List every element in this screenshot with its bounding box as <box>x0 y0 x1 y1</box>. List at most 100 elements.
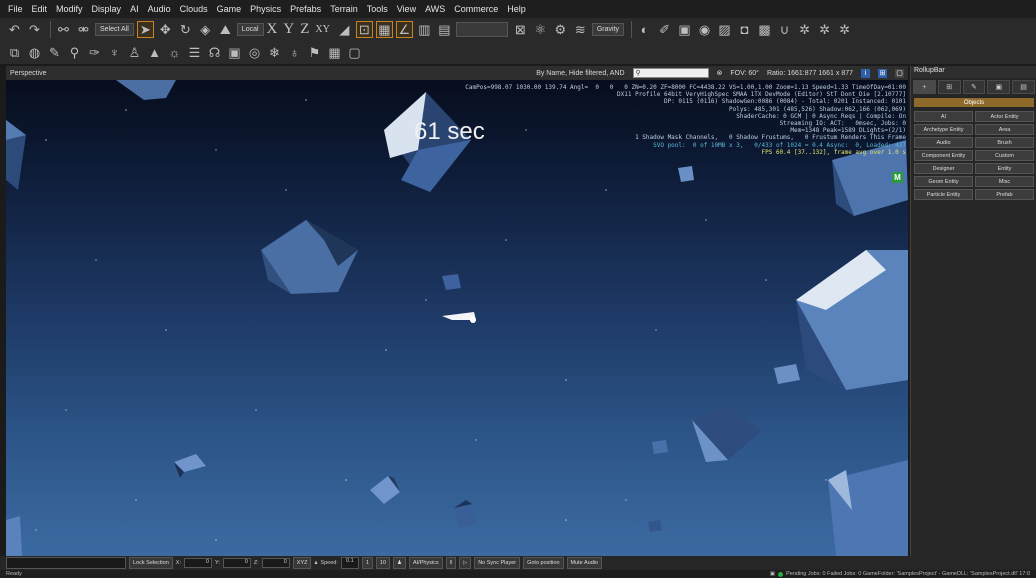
cube-icon[interactable]: ⧉ <box>6 44 23 61</box>
menu-physics[interactable]: Physics <box>250 4 281 14</box>
perspective-viewport[interactable]: 61 sec CamPos=998.07 1030.00 139.74 Angl… <box>6 80 908 556</box>
y-position-field[interactable]: 0 <box>222 558 251 568</box>
step-icon[interactable]: ▷ <box>458 557 472 569</box>
area-button[interactable]: Area <box>975 124 1034 135</box>
mute-audio-button[interactable]: Mute Audio <box>566 557 603 569</box>
snap-terrain-icon[interactable]: ⛰ <box>217 21 234 38</box>
bulb-icon[interactable]: ♁ <box>286 44 303 61</box>
menu-terrain[interactable]: Terrain <box>330 4 358 14</box>
terrain-icon[interactable]: ▲ <box>146 44 163 61</box>
lock-icon[interactable]: 🔒︎ <box>314 560 317 567</box>
viewport-snap-icon[interactable]: ⊞ <box>878 68 887 78</box>
no-sync-player-button[interactable]: No Sync Player <box>474 557 521 569</box>
axis-z-button[interactable]: Z <box>300 21 309 38</box>
delete-selection-icon[interactable]: ⊠ <box>512 21 529 38</box>
select-tool-icon[interactable]: ➤ <box>136 21 154 38</box>
xyz-toggle[interactable]: XYZ <box>292 557 312 569</box>
speed-10-button[interactable]: 10 <box>375 557 391 569</box>
ruler-icon[interactable]: ▥ <box>416 21 433 38</box>
select-all-button[interactable]: Select All <box>95 23 134 36</box>
axis-xy-button[interactable]: XY <box>315 24 329 35</box>
image-icon[interactable]: ▣ <box>676 21 693 38</box>
brush-icon[interactable]: ✎ <box>46 44 63 61</box>
viewport-info-icon[interactable]: i <box>861 68 870 78</box>
menu-tools[interactable]: Tools <box>367 4 388 14</box>
angle-snap-icon[interactable]: ∠ <box>395 21 413 38</box>
tab-modelling[interactable]: ✎ <box>962 80 986 94</box>
gravity-button[interactable]: Gravity <box>591 23 625 36</box>
brush-button[interactable]: Brush <box>975 137 1034 148</box>
vegetation-icon[interactable]: ♆ <box>106 44 123 61</box>
menu-ai[interactable]: AI <box>130 4 139 14</box>
window-icon[interactable]: ▢ <box>346 44 363 61</box>
list-icon[interactable]: ☰ <box>186 44 203 61</box>
pen-icon[interactable]: ✑ <box>86 44 103 61</box>
rotate-tool-icon[interactable]: ↻ <box>177 21 194 38</box>
magnifier-icon[interactable]: ⚲ <box>66 44 83 61</box>
menu-commerce[interactable]: Commerce <box>454 4 498 14</box>
tab-layers[interactable]: ▤ <box>1012 80 1035 94</box>
viewport-maximize-icon[interactable]: ▢ <box>895 68 904 78</box>
speed-1-button[interactable]: 1 <box>361 557 373 569</box>
menu-display[interactable]: Display <box>92 4 122 14</box>
settings-b-icon[interactable]: ✲ <box>816 21 833 38</box>
headphones-icon[interactable]: ☊ <box>206 44 223 61</box>
terrain-snap-icon[interactable]: ◢ <box>336 21 353 38</box>
sphere-icon[interactable]: ◍ <box>26 44 43 61</box>
link-icon[interactable]: ⚯ <box>55 21 72 38</box>
archetype-entity-button[interactable]: Archetype Entity <box>914 124 973 135</box>
menu-clouds[interactable]: Clouds <box>180 4 208 14</box>
component-entity-button[interactable]: Component Entity <box>914 150 973 161</box>
light-icon[interactable]: ☼ <box>166 44 183 61</box>
menu-modify[interactable]: Modify <box>56 4 83 14</box>
z-position-field[interactable]: 0 <box>261 558 290 568</box>
grid-icon[interactable]: ▦ <box>375 21 393 38</box>
ai-physics-button[interactable]: AI/Physics <box>408 557 443 569</box>
tab-display[interactable]: ▣ <box>987 80 1011 94</box>
paint-icon[interactable]: ✐ <box>656 21 673 38</box>
menu-audio[interactable]: Audio <box>148 4 171 14</box>
axis-y-button[interactable]: Y <box>283 21 294 38</box>
viewport-search-input[interactable]: ⚲ <box>632 68 709 78</box>
gravity-icon[interactable]: ≋ <box>572 21 589 38</box>
pause-icon[interactable]: ‖ <box>445 557 456 569</box>
move-tool-icon[interactable]: ✥ <box>157 21 174 38</box>
undo-icon[interactable]: ↶ <box>6 21 23 38</box>
goto-position-button[interactable]: Goto position <box>523 557 564 569</box>
geom-entity-button[interactable]: Geom Entity <box>914 176 973 187</box>
layers-icon[interactable]: ▤ <box>436 21 453 38</box>
entity-button[interactable]: Entity <box>975 163 1034 174</box>
tab-objects[interactable]: + <box>913 80 936 94</box>
tab-terrain[interactable]: ⊞ <box>937 80 961 94</box>
table-icon[interactable]: ▦ <box>326 44 343 61</box>
particle-entity-button[interactable]: Particle Entity <box>914 189 973 200</box>
selection-name-field[interactable] <box>6 557 126 569</box>
weather-icon[interactable]: ❄ <box>266 44 283 61</box>
chart-icon[interactable]: ▨ <box>716 21 733 38</box>
material-icon[interactable]: ◐ <box>636 21 653 38</box>
misc-button[interactable]: Misc <box>975 176 1034 187</box>
unlink-icon[interactable]: ⚮ <box>75 21 92 38</box>
custom-button[interactable]: Custom <box>975 150 1034 161</box>
audio-button[interactable]: Audio <box>914 137 973 148</box>
x-position-field[interactable]: 0 <box>183 558 212 568</box>
menu-edit[interactable]: Edit <box>32 4 48 14</box>
player-icon[interactable]: ♟ <box>393 557 406 569</box>
ai-button[interactable]: AI <box>914 111 973 122</box>
menu-view[interactable]: View <box>397 4 416 14</box>
redo-icon[interactable]: ↷ <box>26 21 43 38</box>
prefab-button[interactable]: Prefab <box>975 189 1034 200</box>
coord-system-select[interactable]: Local <box>236 23 264 36</box>
settings-c-icon[interactable]: ✲ <box>836 21 853 38</box>
speed-field[interactable]: 0.1 <box>340 557 359 569</box>
snap-to-grid-icon[interactable]: ⊡ <box>355 21 373 38</box>
scale-tool-icon[interactable]: ◈ <box>197 21 214 38</box>
pin-icon[interactable]: ⚑ <box>306 44 323 61</box>
objects-header[interactable]: Objects <box>914 98 1034 107</box>
magnet-icon[interactable]: ∪ <box>776 21 793 38</box>
menu-aws[interactable]: AWS <box>425 4 445 14</box>
menu-file[interactable]: File <box>8 4 23 14</box>
flowgraph-icon[interactable]: ◘ <box>736 21 753 38</box>
physics-sim-icon[interactable]: ⚙ <box>552 21 569 38</box>
menu-prefabs[interactable]: Prefabs <box>290 4 321 14</box>
